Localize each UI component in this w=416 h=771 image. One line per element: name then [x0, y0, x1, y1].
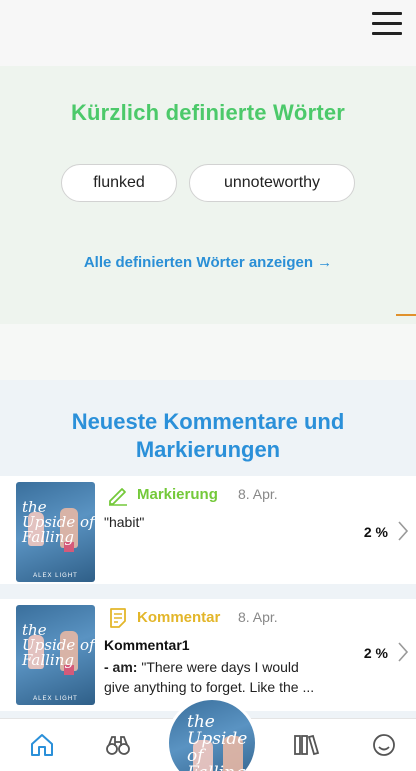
highlight-label: Markierung: [137, 486, 218, 503]
word-chip[interactable]: unnoteworthy: [189, 164, 355, 202]
section-title: Kürzlich definierte Wörter: [70, 100, 346, 125]
comment-card[interactable]: the Upside of Falling ALEX LIGHT Komment…: [0, 599, 416, 711]
chevron-right-icon: [398, 521, 409, 541]
pencil-icon: [109, 488, 127, 506]
highlight-quote: "habit": [104, 514, 145, 530]
cover-title: the Upside of Falling: [187, 712, 248, 771]
highlight-card[interactable]: the Upside of Falling ALEX LIGHT Markier…: [0, 476, 416, 584]
comment-body: - am: "There were days I would give anyt…: [104, 657, 354, 697]
cover-title: the Upside of Falling: [22, 621, 95, 669]
section-spacer: [0, 324, 416, 380]
chevron-right-icon: [398, 642, 409, 662]
word-chip[interactable]: flunked: [61, 164, 177, 202]
book-cover: the Upside of Falling ALEX LIGHT: [16, 605, 95, 705]
note-icon: [110, 608, 126, 628]
top-bar: [0, 0, 416, 66]
hamburger-menu-icon[interactable]: [372, 12, 402, 36]
profile-icon[interactable]: [370, 731, 398, 759]
comment-text-continued: give anything to forget. Like the ...: [104, 679, 315, 695]
date: 8. Apr.: [238, 486, 278, 502]
comment-author: - am:: [104, 659, 138, 675]
discover-binoculars-icon[interactable]: [104, 731, 132, 759]
word-chips: flunked unnoteworthy: [0, 164, 416, 202]
cover-author: ALEX LIGHT: [33, 573, 78, 579]
date: 8. Apr.: [238, 609, 278, 625]
divider-accent: [396, 314, 416, 316]
comment-text: "There were days I would: [137, 659, 299, 675]
cover-title: the Upside of Falling: [22, 498, 95, 546]
comment-title: Kommentar1: [104, 637, 190, 653]
home-icon[interactable]: [28, 731, 56, 759]
progress-percent: 2 %: [363, 645, 388, 661]
progress-percent: 2 %: [363, 524, 388, 540]
comment-label: Kommentar: [137, 609, 221, 626]
cover-author: ALEX LIGHT: [33, 696, 78, 702]
book-cover: the Upside of Falling ALEX LIGHT: [16, 482, 95, 582]
section-title: Neueste Kommentare und Markierungen: [71, 409, 345, 462]
show-all-words-link[interactable]: Alle definierten Wörter anzeigen →: [0, 254, 416, 271]
recently-defined-words-section: Kürzlich definierte Wörter flunked unnot…: [0, 66, 416, 324]
library-icon[interactable]: [292, 731, 320, 759]
